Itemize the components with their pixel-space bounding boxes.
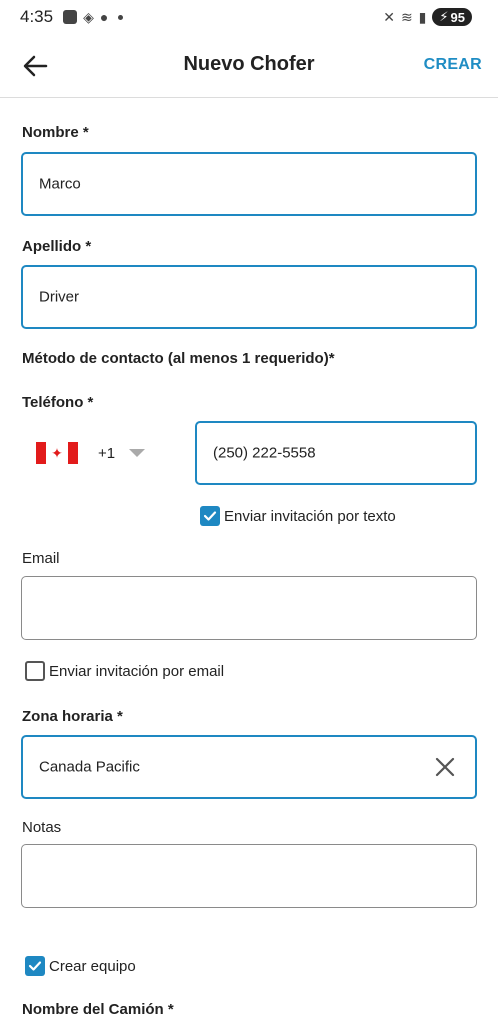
- dial-code: +1: [98, 444, 116, 462]
- first-name-value: Marco: [39, 175, 81, 193]
- status-time: 4:35: [20, 7, 54, 26]
- first-name-label: Nombre *: [22, 124, 89, 141]
- calendar-icon: [63, 10, 78, 24]
- notes-field[interactable]: [21, 844, 477, 908]
- phone-field[interactable]: (250) 222-5558: [195, 421, 477, 485]
- status-bar: 4:35 ◈ ● ✕ ≋ ▮ ⚡ 95: [0, 0, 498, 34]
- battery-indicator: ⚡ 95: [432, 8, 472, 26]
- battery-level: 95: [450, 9, 465, 25]
- create-team-label: Crear equipo: [49, 957, 136, 975]
- create-button[interactable]: CREAR: [424, 56, 482, 74]
- mute-icon: ✕: [383, 8, 395, 25]
- country-code-picker[interactable]: ✦ +1: [36, 436, 156, 470]
- text-invite-checkbox[interactable]: [200, 506, 220, 526]
- email-field[interactable]: [21, 576, 477, 640]
- location-icon: ◈: [83, 8, 94, 25]
- status-right: ✕ ≋ ▮ ⚡ 95: [383, 8, 472, 26]
- app-bar: Nuevo Chofer CREAR: [0, 34, 498, 98]
- create-team-checkbox[interactable]: [25, 956, 45, 976]
- text-invite-label: Enviar invitación por texto: [224, 507, 396, 525]
- last-name-field[interactable]: Driver: [21, 265, 477, 329]
- email-invite-checkbox[interactable]: [25, 661, 45, 681]
- phone-label: Teléfono *: [22, 394, 94, 411]
- phone-value: (250) 222-5558: [213, 444, 316, 462]
- checkmark-icon: [203, 511, 217, 521]
- checkmark-icon: [28, 961, 42, 971]
- clear-timezone-button[interactable]: [433, 755, 457, 779]
- chevron-down-icon: [129, 449, 146, 457]
- last-name-label: Apellido *: [22, 238, 92, 255]
- email-label: Email: [22, 550, 60, 567]
- status-left: 4:35 ◈ ●: [20, 7, 124, 27]
- create-team-checkbox-row[interactable]: Crear equipo: [25, 956, 136, 976]
- timezone-value: Canada Pacific: [39, 758, 140, 776]
- notes-label: Notas: [22, 819, 62, 836]
- close-icon: [435, 757, 455, 777]
- charging-icon: ⚡: [439, 9, 449, 24]
- text-invite-checkbox-row[interactable]: Enviar invitación por texto: [200, 506, 396, 526]
- signal-icon: ▮: [418, 8, 427, 25]
- contact-method-label: Método de contacto (al menos 1 requerido…: [22, 350, 335, 367]
- wifi-icon: ≋: [400, 8, 413, 25]
- notification-dot-icon: [118, 14, 124, 20]
- canada-flag-icon: ✦: [36, 442, 78, 464]
- last-name-value: Driver: [39, 288, 79, 306]
- timezone-label: Zona horaria *: [22, 708, 123, 725]
- truck-name-label: Nombre del Camión *: [22, 1001, 174, 1018]
- email-invite-label: Enviar invitación por email: [49, 662, 225, 680]
- first-name-field[interactable]: Marco: [21, 152, 477, 216]
- timezone-field[interactable]: Canada Pacific: [21, 735, 477, 799]
- chat-icon: ●: [99, 9, 109, 25]
- email-invite-checkbox-row[interactable]: Enviar invitación por email: [25, 661, 224, 681]
